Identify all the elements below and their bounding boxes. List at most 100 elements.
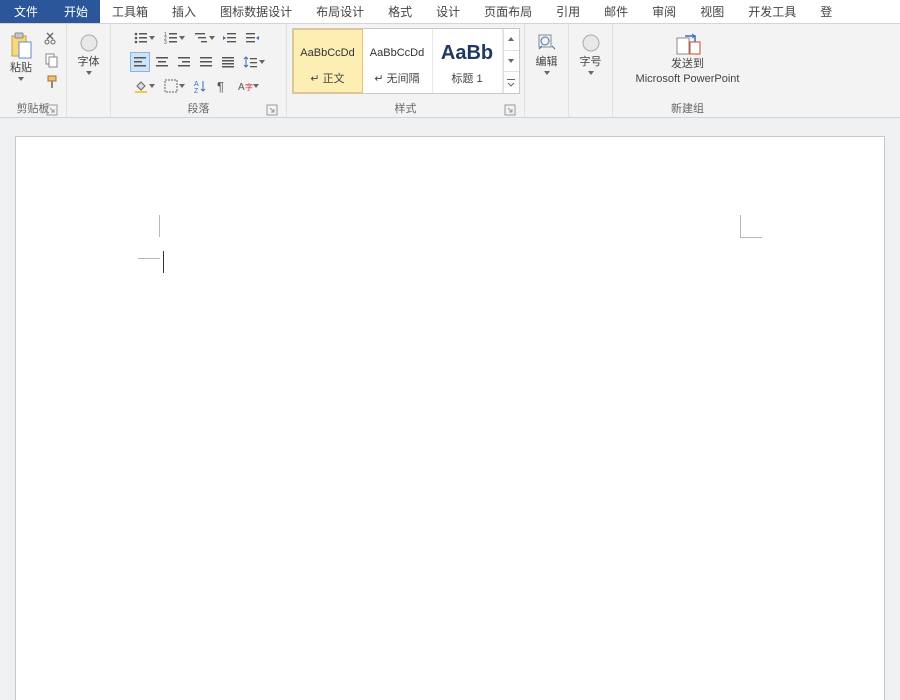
- outdent-icon: [222, 30, 238, 46]
- copy-button[interactable]: [42, 50, 62, 70]
- svg-text:A: A: [238, 82, 245, 93]
- style-preview: AaBb: [441, 36, 493, 70]
- tab-review[interactable]: 审阅: [640, 0, 688, 23]
- editing-label: 编辑: [536, 56, 558, 69]
- style-preview: AaBbCcDd: [370, 36, 424, 70]
- group-styles: AaBbCcDd ↵ 正文 AaBbCcDd ↵ 无间隔 AaBb 标题 1: [286, 24, 524, 117]
- line-spacing-button[interactable]: [240, 52, 268, 72]
- page[interactable]: [15, 136, 885, 700]
- chevron-down-icon: [209, 36, 215, 40]
- tab-insert[interactable]: 插入: [160, 0, 208, 23]
- margin-corner-tr: [740, 237, 762, 238]
- editing-button[interactable]: 编辑: [530, 28, 564, 100]
- document-area[interactable]: [0, 118, 900, 700]
- shading-button[interactable]: [130, 76, 158, 96]
- clipboard-launcher[interactable]: [46, 104, 58, 116]
- distributed-button[interactable]: [218, 52, 238, 72]
- paint-bucket-icon: [133, 78, 149, 94]
- cut-button[interactable]: [42, 28, 62, 48]
- symbols-button[interactable]: 字号: [574, 28, 608, 100]
- font-group-button[interactable]: 字体: [72, 28, 106, 100]
- group-styles-label: 样式: [395, 103, 417, 115]
- find-icon: [536, 32, 558, 54]
- style-normal[interactable]: AaBbCcDd ↵ 正文: [293, 29, 363, 93]
- send-to-label: 发送到: [671, 58, 704, 71]
- tab-layout-design[interactable]: 布局设计: [304, 0, 376, 23]
- tab-toolbox[interactable]: 工具箱: [100, 0, 160, 23]
- circle-icon: [580, 32, 602, 54]
- group-paragraph: 123 AZ ¶ A字: [110, 24, 286, 117]
- group-paragraph-label: 段落: [188, 103, 210, 115]
- group-font: 字体: [66, 24, 110, 117]
- tab-design[interactable]: 设计: [424, 0, 472, 23]
- send-to-powerpoint-button[interactable]: 发送到 Microsoft PowerPoint: [618, 28, 758, 100]
- chevron-down-icon: [149, 84, 155, 88]
- tab-references[interactable]: 引用: [544, 0, 592, 23]
- style-preview: AaBbCcDd: [300, 36, 354, 70]
- gallery-scroll: [503, 29, 519, 93]
- align-justify-button[interactable]: [196, 52, 216, 72]
- text-cursor: [163, 251, 164, 273]
- send-target-label: Microsoft PowerPoint: [636, 73, 740, 86]
- asian-layout-icon: A字: [237, 78, 253, 94]
- tab-developer[interactable]: 开发工具: [736, 0, 808, 23]
- increase-indent-button[interactable]: [242, 28, 262, 48]
- styles-gallery: AaBbCcDd ↵ 正文 AaBbCcDd ↵ 无间隔 AaBb 标题 1: [292, 28, 520, 94]
- scissors-icon: [44, 30, 60, 46]
- numbering-button[interactable]: 123: [160, 28, 188, 48]
- align-center-button[interactable]: [152, 52, 172, 72]
- tab-home[interactable]: 开始: [52, 0, 100, 23]
- tab-page-layout[interactable]: 页面布局: [472, 0, 544, 23]
- align-right-button[interactable]: [174, 52, 194, 72]
- tab-format[interactable]: 格式: [376, 0, 424, 23]
- gallery-more[interactable]: [504, 72, 519, 93]
- group-newgroup-label: 新建组: [671, 103, 704, 115]
- chevron-down-icon: [259, 60, 265, 64]
- paragraph-launcher[interactable]: [266, 104, 278, 116]
- more-icon: [506, 78, 516, 88]
- line-spacing-icon: [243, 54, 259, 70]
- sort-button[interactable]: AZ: [190, 76, 210, 96]
- gallery-up[interactable]: [504, 29, 519, 51]
- chevron-down-icon: [18, 77, 24, 81]
- chevron-down-icon: [588, 71, 594, 75]
- bullets-icon: [133, 30, 149, 46]
- tab-signin[interactable]: 登: [808, 0, 844, 23]
- styles-launcher[interactable]: [504, 104, 516, 116]
- chevron-down-icon: [149, 36, 155, 40]
- chevron-up-icon: [508, 37, 514, 41]
- gallery-down[interactable]: [504, 51, 519, 73]
- style-heading1[interactable]: AaBb 标题 1: [433, 29, 503, 93]
- paste-label: 粘贴: [10, 62, 32, 75]
- ribbon: 粘贴 剪贴板: [0, 24, 900, 118]
- align-justify-icon: [198, 54, 214, 70]
- tab-chart-data-design[interactable]: 图标数据设计: [208, 0, 304, 23]
- symbols-label: 字号: [580, 56, 602, 69]
- brush-icon: [44, 74, 60, 90]
- chevron-down-icon: [179, 36, 185, 40]
- tab-file[interactable]: 文件: [0, 0, 52, 23]
- svg-text:A: A: [194, 81, 199, 88]
- decrease-indent-button[interactable]: [220, 28, 240, 48]
- chevron-down-icon: [86, 71, 92, 75]
- style-no-spacing[interactable]: AaBbCcDd ↵ 无间隔: [363, 29, 433, 93]
- bullets-button[interactable]: [130, 28, 158, 48]
- font-label: 字体: [78, 56, 100, 69]
- borders-button[interactable]: [160, 76, 188, 96]
- multilevel-list-button[interactable]: [190, 28, 218, 48]
- align-left-button[interactable]: [130, 52, 150, 72]
- show-marks-button[interactable]: ¶: [212, 76, 232, 96]
- group-clipboard: 粘贴 剪贴板: [0, 24, 66, 117]
- svg-text:3: 3: [164, 40, 167, 46]
- style-name: ↵ 正文: [310, 70, 344, 86]
- launcher-icon: [46, 104, 58, 116]
- group-clipboard-label: 剪贴板: [17, 103, 50, 115]
- tab-view[interactable]: 视图: [688, 0, 736, 23]
- style-name: ↵ 无间隔: [374, 70, 419, 86]
- format-painter-button[interactable]: [42, 72, 62, 92]
- paste-button[interactable]: 粘贴: [4, 28, 38, 100]
- sort-icon: AZ: [192, 78, 208, 94]
- svg-text:字: 字: [245, 82, 253, 92]
- tab-mailings[interactable]: 邮件: [592, 0, 640, 23]
- asian-layout-button[interactable]: A字: [234, 76, 262, 96]
